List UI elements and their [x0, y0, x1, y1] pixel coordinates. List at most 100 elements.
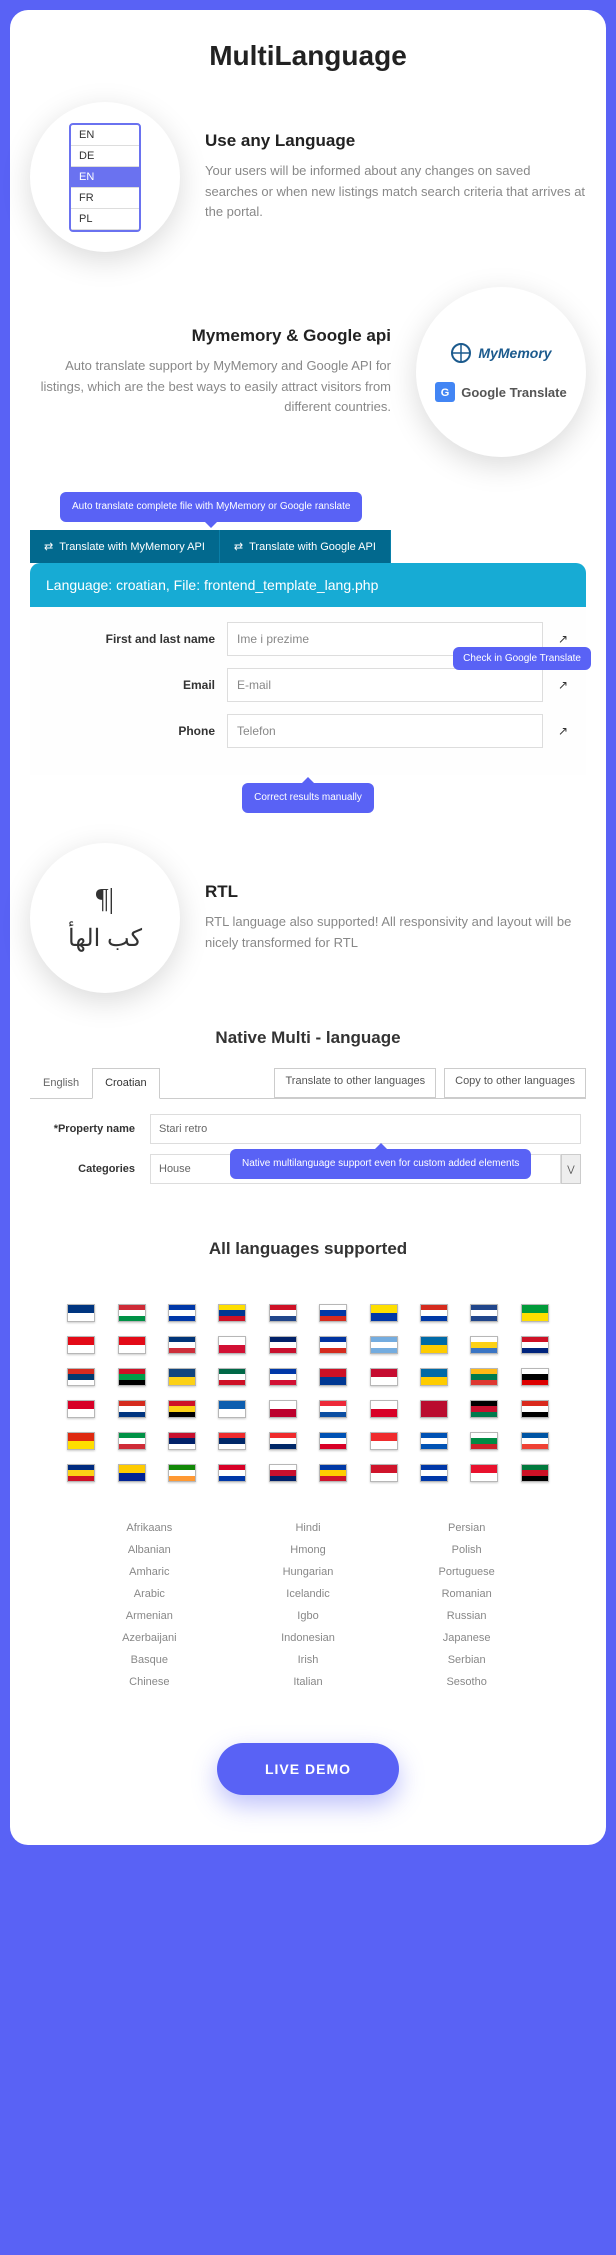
live-demo-button[interactable]: LIVE DEMO: [217, 1743, 399, 1795]
flag-icon: [470, 1432, 498, 1450]
language-name: Persian: [387, 1517, 546, 1539]
flag-icon: [420, 1464, 448, 1482]
translate-google-button[interactable]: ⇄ Translate with Google API: [220, 530, 391, 563]
flag-icon: [218, 1304, 246, 1322]
lang-option[interactable]: PL: [71, 209, 139, 230]
flag-icon: [67, 1368, 95, 1386]
translation-input[interactable]: [227, 714, 543, 748]
flag-icon: [269, 1400, 297, 1418]
translate-other-button[interactable]: Translate to other languages: [274, 1068, 436, 1098]
googletranslate-logo: G Google Translate: [435, 382, 566, 402]
flag-icon: [118, 1336, 146, 1354]
external-link-icon[interactable]: ↗: [555, 678, 571, 692]
lang-option[interactable]: DE: [71, 146, 139, 167]
language-name: Basque: [70, 1649, 229, 1671]
flag-icon: [521, 1432, 549, 1450]
sec2-body: Auto translate support by MyMemory and G…: [30, 356, 391, 418]
language-name: Hmong: [229, 1539, 388, 1561]
tooltip-correct-manually: Correct results manually: [242, 783, 374, 813]
lang-option[interactable]: FR: [71, 188, 139, 209]
chevron-down-icon[interactable]: ⋁: [561, 1154, 581, 1184]
flag-icon: [420, 1368, 448, 1386]
lang-selector-preview: ENDEENFRPL: [30, 102, 180, 252]
language-name: Hungarian: [229, 1561, 388, 1583]
mymemory-logo: MyMemory: [450, 342, 551, 364]
language-name: Japanese: [387, 1627, 546, 1649]
language-name: Italian: [229, 1671, 388, 1693]
language-name: Romanian: [387, 1583, 546, 1605]
rtl-body: RTL language also supported! All respons…: [205, 912, 586, 954]
lang-option[interactable]: EN: [71, 167, 139, 188]
flag-icon: [521, 1400, 549, 1418]
language-name: Polish: [387, 1539, 546, 1561]
flag-icon: [420, 1336, 448, 1354]
share-icon: ⇄: [234, 540, 243, 553]
flag-icon: [521, 1304, 549, 1322]
flag-icon: [521, 1464, 549, 1482]
tab-croatian[interactable]: Croatian: [92, 1068, 160, 1099]
flag-icon: [118, 1304, 146, 1322]
flags-grid: [30, 1279, 586, 1507]
language-name: Chinese: [70, 1671, 229, 1693]
flag-icon: [168, 1368, 196, 1386]
language-name: Amharic: [70, 1561, 229, 1583]
flag-icon: [470, 1400, 498, 1418]
copy-other-button[interactable]: Copy to other languages: [444, 1068, 586, 1098]
flag-icon: [319, 1304, 347, 1322]
sec1-heading: Use any Language: [205, 131, 586, 151]
all-lang-heading: All languages supported: [30, 1239, 586, 1259]
language-name: Igbo: [229, 1605, 388, 1627]
language-name: Hindi: [229, 1517, 388, 1539]
flag-icon: [168, 1464, 196, 1482]
sec1-body: Your users will be informed about any ch…: [205, 161, 586, 223]
language-name: Sesotho: [387, 1671, 546, 1693]
flag-icon: [218, 1400, 246, 1418]
lang-option[interactable]: EN: [71, 125, 139, 146]
section-any-language: ENDEENFRPL Use any Language Your users w…: [30, 102, 586, 252]
tab-english[interactable]: English: [30, 1068, 92, 1098]
language-name: Irish: [229, 1649, 388, 1671]
flag-icon: [319, 1400, 347, 1418]
flag-icon: [67, 1432, 95, 1450]
language-name: Afrikaans: [70, 1517, 229, 1539]
field-label: Phone: [45, 724, 215, 738]
external-link-icon[interactable]: ↗: [555, 632, 571, 646]
section-api: Mymemory & Google api Auto translate sup…: [30, 287, 586, 457]
language-name: Russian: [387, 1605, 546, 1627]
flag-icon: [218, 1336, 246, 1354]
translate-mymemory-button[interactable]: ⇄ Translate with MyMemory API: [30, 530, 220, 563]
categories-label: Categories: [35, 1163, 135, 1175]
field-label: Email: [45, 678, 215, 692]
share-icon: ⇄: [44, 540, 53, 553]
flag-icon: [370, 1336, 398, 1354]
translation-input[interactable]: [227, 668, 543, 702]
rtl-heading: RTL: [205, 882, 586, 902]
file-header: Language: croatian, File: frontend_templ…: [30, 563, 586, 607]
flag-icon: [118, 1464, 146, 1482]
flag-icon: [370, 1400, 398, 1418]
pilcrow-icon: ¶|: [96, 884, 114, 916]
language-name: Portuguese: [387, 1561, 546, 1583]
flag-icon: [67, 1304, 95, 1322]
flag-icon: [168, 1400, 196, 1418]
flag-icon: [370, 1464, 398, 1482]
sec2-heading: Mymemory & Google api: [30, 326, 391, 346]
flag-icon: [269, 1432, 297, 1450]
section-rtl: ¶| كب الهأ RTL RTL language also support…: [30, 843, 586, 993]
language-columns: AfrikaansAlbanianAmharicArabicArmenianAz…: [30, 1507, 586, 1703]
flag-icon: [470, 1304, 498, 1322]
flag-icon: [470, 1336, 498, 1354]
flag-icon: [420, 1400, 448, 1418]
property-name-input[interactable]: Stari retro: [150, 1114, 581, 1144]
flag-icon: [521, 1368, 549, 1386]
language-name: Armenian: [70, 1605, 229, 1627]
flag-icon: [168, 1432, 196, 1450]
tooltip-native-support: Native multilanguage support even for cu…: [230, 1149, 531, 1179]
external-link-icon[interactable]: ↗: [555, 724, 571, 738]
language-name: Albanian: [70, 1539, 229, 1561]
flag-icon: [370, 1304, 398, 1322]
flag-icon: [118, 1400, 146, 1418]
flag-icon: [319, 1432, 347, 1450]
flag-icon: [168, 1304, 196, 1322]
flag-icon: [269, 1336, 297, 1354]
